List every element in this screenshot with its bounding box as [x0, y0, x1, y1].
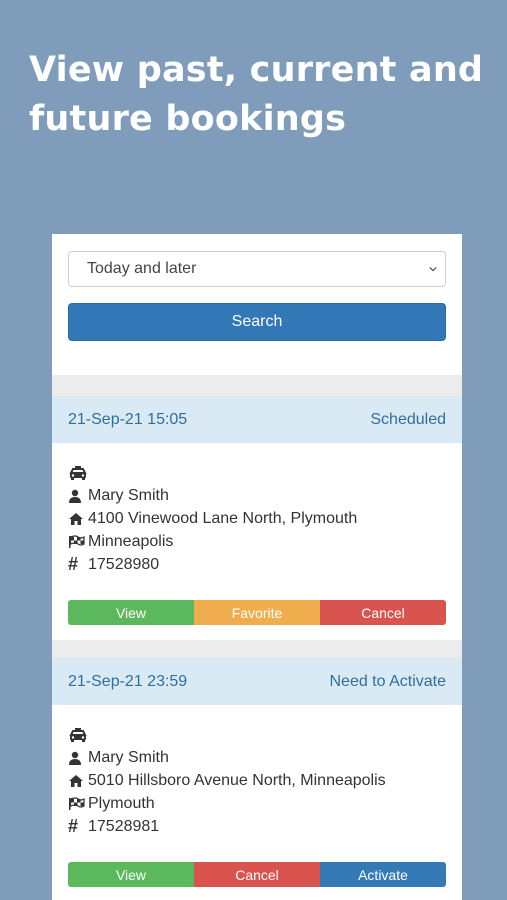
user-icon: [68, 751, 88, 765]
taxi-icon: [69, 727, 87, 742]
booking-number: 17528981: [88, 817, 160, 835]
home-icon: [68, 512, 88, 526]
hashtag-icon: #: [68, 816, 79, 836]
checkered-flag-icon: [68, 534, 88, 549]
passenger-name: Mary Smith: [88, 748, 169, 766]
booking-card: 21-Sep-21 23:59 Need to Activate Mary Sm…: [52, 658, 462, 900]
view-button[interactable]: View: [68, 600, 194, 625]
booking-status: Need to Activate: [329, 672, 446, 690]
destination: Minneapolis: [88, 532, 174, 550]
hashtag-icon: #: [68, 554, 79, 574]
taxi-icon: [69, 465, 87, 480]
passenger-name: Mary Smith: [88, 486, 169, 504]
booking-actions: View Cancel Activate: [68, 862, 446, 887]
favorite-button[interactable]: Favorite: [194, 600, 320, 625]
booking-number: 17528980: [88, 555, 160, 573]
booking-card: 21-Sep-21 15:05 Scheduled Mary Smith 410…: [52, 396, 462, 640]
view-button[interactable]: View: [68, 862, 194, 887]
search-button[interactable]: Search: [68, 303, 446, 341]
date-filter-select[interactable]: Today and later: [68, 251, 446, 287]
page-headline: View past, current and future bookings: [29, 50, 484, 139]
booking-header: 21-Sep-21 23:59 Need to Activate: [52, 658, 462, 705]
destination: Plymouth: [88, 794, 155, 812]
booking-header: 21-Sep-21 15:05 Scheduled: [52, 396, 462, 443]
pickup-address: 5010 Hillsboro Avenue North, Minneapolis: [88, 771, 386, 789]
booking-datetime: 21-Sep-21 15:05: [68, 410, 188, 428]
booking-status: Scheduled: [370, 410, 446, 428]
booking-datetime: 21-Sep-21 23:59: [68, 672, 188, 690]
pickup-address: 4100 Vinewood Lane North, Plymouth: [88, 509, 358, 527]
activate-button[interactable]: Activate: [320, 862, 446, 887]
home-icon: [68, 774, 88, 788]
bookings-panel: Today and later Search 21-Sep-21 15:05 S…: [52, 234, 462, 900]
cancel-button[interactable]: Cancel: [320, 600, 446, 625]
cancel-button[interactable]: Cancel: [194, 862, 320, 887]
date-filter-value: Today and later: [87, 260, 197, 277]
user-icon: [68, 489, 88, 503]
checkered-flag-icon: [68, 796, 88, 811]
booking-actions: View Favorite Cancel: [68, 600, 446, 625]
search-form: Today and later Search: [52, 234, 462, 375]
chevron-down-icon: [429, 266, 437, 272]
